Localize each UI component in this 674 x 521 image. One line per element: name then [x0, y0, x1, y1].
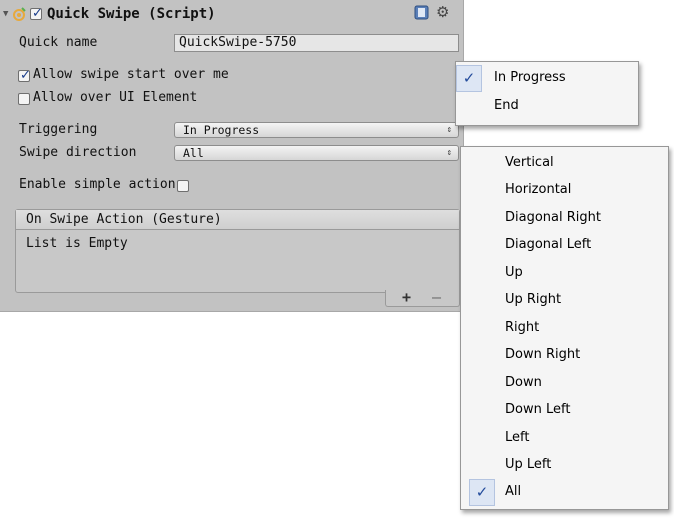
component-enabled-checkbox[interactable]: ✓ [30, 6, 43, 21]
help-book-icon[interactable] [414, 5, 429, 20]
triggering-value: In Progress [183, 123, 260, 137]
menu-item-end[interactable]: End [456, 93, 638, 120]
swipe-direction-value: All [183, 146, 204, 160]
menu-item-label: Horizontal [505, 182, 572, 197]
script-icon [11, 6, 27, 22]
menu-item-down-right[interactable]: Down Right [461, 342, 668, 369]
menu-item-label: Right [505, 320, 540, 335]
checkmark-icon: ✓ [32, 6, 43, 21]
menu-item-label: Up [505, 265, 523, 280]
allow-swipe-start-checkbox[interactable]: ✓ [18, 68, 31, 83]
menu-item-label: In Progress [494, 70, 566, 85]
menu-item-right[interactable]: Right [461, 315, 668, 342]
component-header[interactable]: ▼ ✓ Quick Swipe (Script) ⚙ [0, 0, 463, 30]
menu-item-down[interactable]: Down [461, 370, 668, 397]
menu-item-label: Vertical [505, 155, 554, 170]
swipe-event-list: On Swipe Action (Gesture) List is Empty [15, 209, 460, 293]
checkmark-icon: ✓ [456, 65, 482, 92]
triggering-label: Triggering [19, 122, 98, 137]
quick-name-label: Quick name [19, 35, 98, 50]
add-event-button[interactable]: + [402, 288, 411, 306]
gear-icon[interactable]: ⚙ [436, 3, 449, 21]
menu-item-left[interactable]: Left [461, 425, 668, 452]
menu-item-label: Diagonal Left [505, 237, 592, 252]
menu-item-down-left[interactable]: Down Left [461, 397, 668, 424]
menu-item-label: Left [505, 430, 530, 445]
allow-ui-label: Allow over UI Element [33, 90, 198, 105]
menu-item-up[interactable]: Up [461, 260, 668, 287]
menu-item-label: End [494, 98, 519, 113]
menu-item-label: Up Left [505, 457, 552, 472]
checkmark-icon: ✓ [469, 479, 495, 506]
triggering-menu: ✓ In Progress End [455, 61, 639, 126]
simple-action-checkbox[interactable] [177, 180, 189, 192]
menu-item-vertical[interactable]: Vertical [461, 150, 668, 177]
checkmark-icon: ✓ [20, 68, 31, 83]
quick-name-field[interactable]: QuickSwipe-5750 [174, 34, 459, 52]
swipe-direction-menu: Vertical Horizontal Diagonal Right Diago… [460, 146, 669, 510]
menu-item-all[interactable]: ✓ All [461, 479, 668, 506]
allow-ui-checkbox[interactable] [18, 93, 30, 105]
triggering-dropdown[interactable]: In Progress ⇕ [174, 122, 459, 138]
simple-action-label: Enable simple action [19, 177, 176, 192]
swipe-direction-dropdown[interactable]: All ⇕ [174, 145, 459, 161]
event-list-title: On Swipe Action (Gesture) [26, 212, 222, 227]
inspector-panel: ▼ ✓ Quick Swipe (Script) ⚙ Quick name Qu… [0, 0, 464, 312]
menu-item-in-progress[interactable]: ✓ In Progress [456, 65, 638, 92]
allow-swipe-start-label: Allow swipe start over me [33, 67, 229, 82]
menu-item-label: Down [505, 375, 542, 390]
menu-item-horizontal[interactable]: Horizontal [461, 177, 668, 204]
component-title: Quick Swipe (Script) [47, 6, 216, 22]
menu-item-label: Down Left [505, 402, 571, 417]
menu-item-label: All [505, 484, 522, 499]
menu-item-label: Up Right [505, 292, 562, 307]
menu-item-up-right[interactable]: Up Right [461, 287, 668, 314]
event-list-header: On Swipe Action (Gesture) [16, 210, 459, 230]
updown-arrows-icon: ⇕ [446, 125, 452, 135]
menu-item-diagonal-right[interactable]: Diagonal Right [461, 205, 668, 232]
updown-arrows-icon: ⇕ [446, 148, 452, 158]
event-list-footer: + – [385, 288, 460, 307]
remove-event-button[interactable]: – [432, 288, 441, 306]
menu-item-diagonal-left[interactable]: Diagonal Left [461, 232, 668, 259]
event-list-empty-text: List is Empty [26, 236, 128, 251]
menu-item-label: Down Right [505, 347, 581, 362]
menu-item-up-left[interactable]: Up Left [461, 452, 668, 479]
swipe-direction-label: Swipe direction [19, 145, 137, 160]
menu-item-label: Diagonal Right [505, 210, 601, 225]
fold-arrow-icon[interactable]: ▼ [3, 9, 8, 19]
